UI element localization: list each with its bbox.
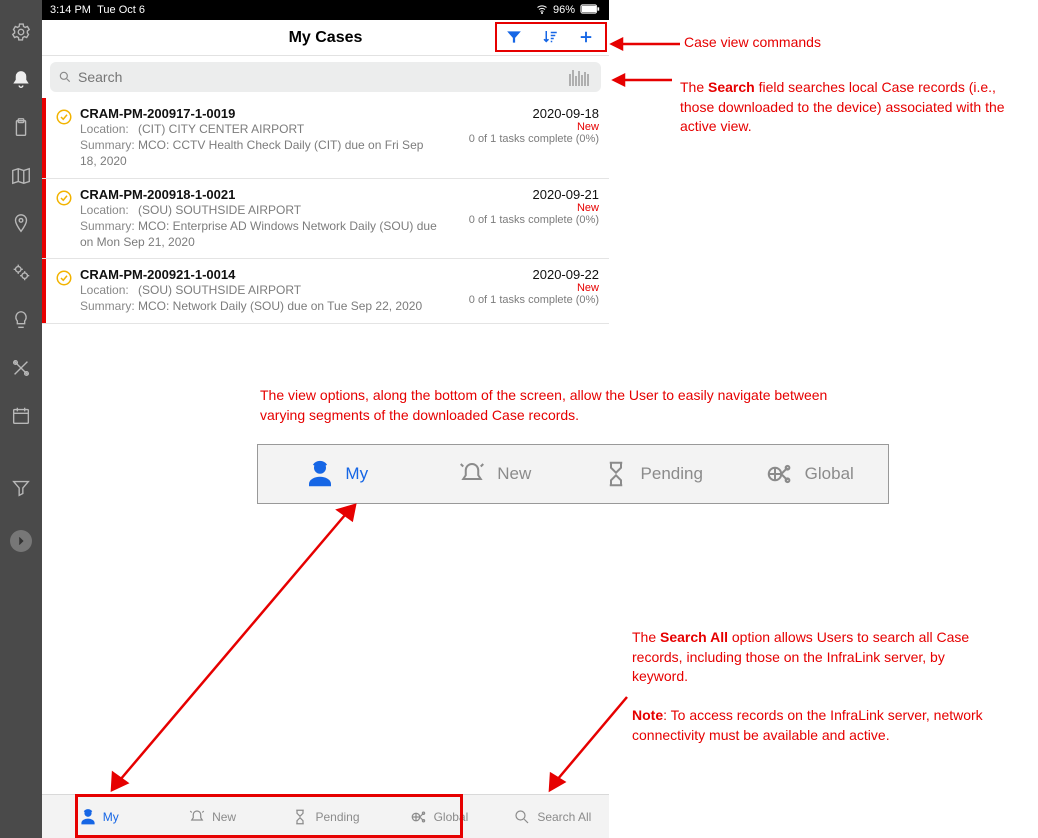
- summary-label: Summary:: [80, 137, 138, 153]
- arrow-icon: [610, 36, 680, 52]
- title-bar: My Cases: [42, 20, 609, 56]
- calendar-icon[interactable]: [9, 404, 33, 428]
- case-status-icon: [52, 187, 76, 251]
- barcode-icon[interactable]: [565, 68, 593, 86]
- annotation-case-commands: Case view commands: [684, 33, 821, 53]
- tab-label: Pending: [315, 810, 359, 824]
- case-tasks: 0 of 1 tasks complete (0%): [443, 133, 599, 145]
- tab-pending[interactable]: Pending: [269, 808, 382, 826]
- case-status-icon: [52, 106, 76, 170]
- clipboard-icon[interactable]: [9, 116, 33, 140]
- status-bar: 3:14 PM Tue Oct 6 96%: [42, 0, 609, 20]
- large-tab-global[interactable]: Global: [731, 459, 889, 489]
- case-item[interactable]: CRAM-PM-200921-1-0014 Location:(SOU) SOU…: [42, 259, 609, 323]
- left-sidebar: [0, 0, 42, 838]
- add-icon[interactable]: [577, 28, 595, 46]
- large-tab-pending[interactable]: Pending: [573, 459, 731, 489]
- case-id: CRAM-PM-200918-1-0021: [80, 187, 443, 202]
- summary-label: Summary:: [80, 298, 138, 314]
- tab-label: Global: [805, 464, 854, 484]
- search-field[interactable]: [50, 62, 601, 92]
- tab-label: Search All: [537, 810, 591, 824]
- case-date: 2020-09-22: [443, 267, 599, 282]
- case-status-icon: [52, 267, 76, 314]
- bottom-tabs: My New Pending Global Search All: [42, 794, 609, 838]
- case-id: CRAM-PM-200921-1-0014: [80, 267, 443, 282]
- tab-new[interactable]: New: [155, 808, 268, 826]
- status-time: 3:14 PM: [50, 4, 91, 16]
- location-label: Location:: [80, 282, 138, 298]
- case-location: (CIT) CITY CENTER AIRPORT: [138, 122, 304, 136]
- priority-stripe: [42, 98, 46, 178]
- status-date: Tue Oct 6: [97, 4, 145, 16]
- sort-icon[interactable]: [541, 28, 559, 46]
- map-icon[interactable]: [9, 164, 33, 188]
- case-date: 2020-09-21: [443, 187, 599, 202]
- search-input[interactable]: [78, 69, 559, 85]
- enlarged-tabs: My New Pending Global: [257, 444, 889, 504]
- settings-gear-icon[interactable]: [9, 20, 33, 44]
- large-tab-new[interactable]: New: [416, 459, 574, 489]
- wifi-icon: [535, 3, 549, 18]
- arrow-icon: [542, 692, 632, 792]
- tab-label: My: [345, 464, 368, 484]
- search-row: [42, 56, 609, 98]
- case-tasks: 0 of 1 tasks complete (0%): [443, 294, 599, 306]
- case-list: CRAM-PM-200917-1-0019 Location:(CIT) CIT…: [42, 98, 609, 324]
- case-summary: MCO: Network Daily (SOU) due on Tue Sep …: [138, 299, 422, 313]
- search-icon: [58, 70, 72, 84]
- annotation-search-all: The Search All option allows Users to se…: [632, 628, 1002, 746]
- location-label: Location:: [80, 202, 138, 218]
- location-pin-icon[interactable]: [9, 212, 33, 236]
- location-label: Location:: [80, 121, 138, 137]
- filter-icon[interactable]: [505, 28, 523, 46]
- tab-label: New: [497, 464, 531, 484]
- case-item[interactable]: CRAM-PM-200917-1-0019 Location:(CIT) CIT…: [42, 98, 609, 179]
- annotation-search: The Search field searches local Case rec…: [680, 78, 1020, 137]
- arrow-icon: [612, 72, 672, 88]
- arrow-icon: [100, 505, 360, 795]
- tab-search-all[interactable]: Search All: [496, 808, 609, 826]
- tab-global[interactable]: Global: [382, 808, 495, 826]
- bell-icon[interactable]: [9, 68, 33, 92]
- tab-label: New: [212, 810, 236, 824]
- priority-stripe: [42, 179, 46, 259]
- battery-percent: 96%: [553, 4, 575, 16]
- annotation-view-options: The view options, along the bottom of th…: [260, 386, 840, 425]
- case-date: 2020-09-18: [443, 106, 599, 121]
- large-tab-my[interactable]: My: [258, 459, 416, 489]
- tools-icon[interactable]: [9, 356, 33, 380]
- case-tasks: 0 of 1 tasks complete (0%): [443, 214, 599, 226]
- case-status: New: [443, 121, 599, 133]
- case-status: New: [443, 282, 599, 294]
- case-id: CRAM-PM-200917-1-0019: [80, 106, 443, 121]
- gears-icon[interactable]: [9, 260, 33, 284]
- tab-my[interactable]: My: [42, 808, 155, 826]
- case-location: (SOU) SOUTHSIDE AIRPORT: [138, 283, 301, 297]
- tab-label: My: [103, 810, 119, 824]
- tab-label: Global: [434, 810, 469, 824]
- tab-label: Pending: [641, 464, 703, 484]
- expand-sidebar-button[interactable]: [10, 530, 32, 552]
- bulb-icon[interactable]: [9, 308, 33, 332]
- case-location: (SOU) SOUTHSIDE AIRPORT: [138, 203, 301, 217]
- case-item[interactable]: CRAM-PM-200918-1-0021 Location:(SOU) SOU…: [42, 179, 609, 260]
- funnel-icon[interactable]: [9, 476, 33, 500]
- summary-label: Summary:: [80, 218, 138, 234]
- priority-stripe: [42, 259, 46, 322]
- battery-icon: [579, 4, 601, 17]
- case-status: New: [443, 202, 599, 214]
